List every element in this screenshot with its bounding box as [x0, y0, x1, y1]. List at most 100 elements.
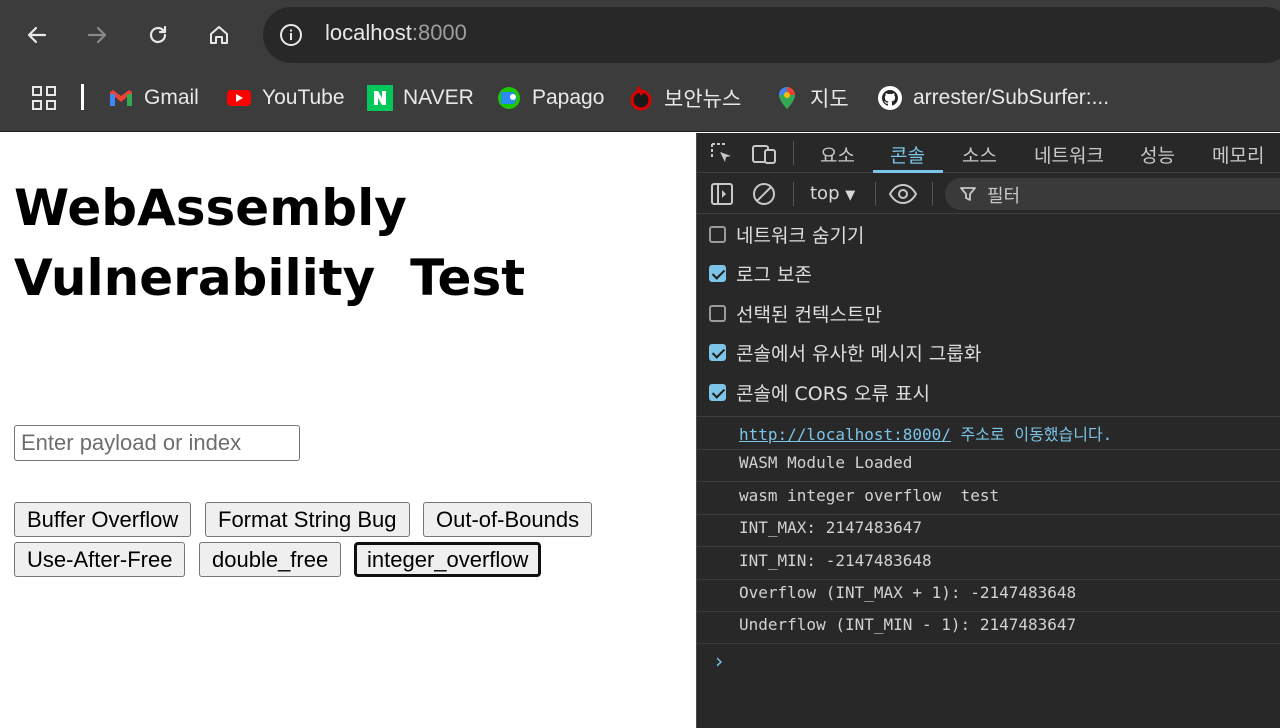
- use-after-free-button[interactable]: Use-After-Free: [14, 542, 186, 577]
- console-log-line: Overflow (INT_MAX + 1): -2147483648: [739, 583, 1077, 602]
- bookmarks-bar: Gmail YouTube NAVER Papago 보안뉴스 지도 arres…: [0, 70, 1280, 132]
- forward-arrow-icon: [87, 26, 107, 44]
- log-divider: [697, 579, 1280, 580]
- checkbox-checked[interactable]: [709, 343, 726, 361]
- setting-label: 로그 보존: [736, 263, 812, 286]
- toolbar-divider: [793, 182, 794, 206]
- setting-label: 네트워크 숨기기: [736, 224, 865, 247]
- tab-performance[interactable]: 성능: [1140, 141, 1175, 168]
- console-log-line: wasm integer overflow test: [739, 486, 1000, 505]
- tab-elements[interactable]: 요소: [820, 141, 855, 168]
- address-bar[interactable]: localhost:8000: [263, 7, 1280, 63]
- bookmarks-separator: [81, 84, 84, 110]
- maps-icon: [774, 85, 800, 111]
- live-expression-eye-icon[interactable]: [888, 181, 918, 207]
- bookmark-papago[interactable]: Papago: [496, 82, 604, 114]
- bookmark-github[interactable]: arrester/SubSurfer:...: [877, 82, 1109, 114]
- navigation-link[interactable]: http://localhost:8000/: [739, 425, 951, 444]
- site-info-icon[interactable]: [279, 23, 303, 47]
- checkbox-checked[interactable]: [709, 264, 726, 282]
- out-of-bounds-button[interactable]: Out-of-Bounds: [423, 502, 593, 537]
- apps-grid-icon[interactable]: [31, 85, 57, 111]
- tab-network[interactable]: 네트워크: [1034, 141, 1104, 168]
- toolbar-divider: [875, 182, 876, 206]
- device-toolbar-icon[interactable]: [751, 141, 777, 167]
- gmail-icon: [108, 85, 134, 111]
- bookmark-gmail[interactable]: Gmail: [108, 82, 199, 114]
- url-text[interactable]: localhost:8000: [325, 20, 467, 46]
- double-free-button[interactable]: double_free: [199, 542, 342, 577]
- log-divider: [697, 481, 1280, 482]
- setting-label: 콘솔에 CORS 오류 표시: [736, 382, 930, 405]
- setting-selected-context-only[interactable]: 선택된 컨텍스트만: [709, 300, 882, 326]
- console-log-line: INT_MAX: 2147483647: [739, 518, 923, 537]
- papago-icon: [496, 85, 522, 111]
- bookmark-youtube[interactable]: YouTube: [226, 82, 345, 114]
- bookmark-label: YouTube: [262, 86, 345, 109]
- devtools-panel: 요소 콘솔 소스 네트워크 성능 메모리 top ▼ 필터 네트워크 숨기기 로…: [696, 133, 1280, 728]
- bookmark-naver[interactable]: NAVER: [367, 82, 474, 114]
- console-prompt-chevron-icon[interactable]: ›: [713, 649, 725, 673]
- url-host: localhost: [325, 20, 412, 45]
- browser-toolbar: localhost:8000: [0, 0, 1280, 70]
- tab-sources[interactable]: 소스: [962, 141, 997, 168]
- home-button[interactable]: [201, 17, 237, 53]
- checkbox-unchecked[interactable]: [709, 225, 726, 243]
- checkbox-unchecked[interactable]: [709, 304, 726, 322]
- setting-group-similar[interactable]: 콘솔에서 유사한 메시지 그룹화: [709, 339, 981, 365]
- chevron-down-icon: ▼: [845, 188, 856, 203]
- back-arrow-icon: [27, 26, 47, 44]
- format-string-bug-button[interactable]: Format String Bug: [205, 502, 410, 537]
- console-log-line: INT_MIN: -2147483648: [739, 551, 932, 570]
- active-tab-indicator: [873, 170, 943, 173]
- devtools-tabbar: 요소 콘솔 소스 네트워크 성능 메모리: [697, 133, 1280, 173]
- setting-preserve-log[interactable]: 로그 보존: [709, 260, 812, 286]
- bookmark-label: 보안뉴스: [664, 88, 742, 111]
- setting-hide-network[interactable]: 네트워크 숨기기: [709, 221, 864, 247]
- tab-memory[interactable]: 메모리: [1212, 141, 1264, 168]
- integer-overflow-button[interactable]: integer_overflow: [354, 542, 542, 577]
- log-divider: [697, 449, 1280, 450]
- payload-input[interactable]: [14, 425, 300, 461]
- page-title-line1: WebAssembly: [14, 179, 407, 237]
- bookmark-label: NAVER: [403, 86, 474, 109]
- forward-button[interactable]: [79, 17, 115, 53]
- naver-icon: [367, 85, 393, 111]
- page-title-line2: Vulnerability Test: [14, 249, 526, 307]
- tab-console[interactable]: 콘솔: [890, 141, 925, 168]
- clear-console-icon[interactable]: [751, 181, 777, 207]
- bookmark-maps[interactable]: 지도: [774, 82, 849, 114]
- bookmark-label: Gmail: [144, 86, 199, 109]
- boannews-icon: [628, 85, 654, 111]
- checkbox-checked[interactable]: [709, 383, 726, 401]
- console-filter-input[interactable]: 필터: [945, 178, 1280, 210]
- navigation-suffix: 주소로 이동했습니다.: [950, 425, 1113, 444]
- bookmark-boannews[interactable]: 보안뉴스: [628, 82, 741, 114]
- log-divider: [697, 546, 1280, 547]
- console-toolbar: top ▼ 필터: [697, 174, 1280, 214]
- url-port: :8000: [411, 20, 467, 45]
- youtube-icon: [226, 85, 252, 111]
- setting-show-cors-errors[interactable]: 콘솔에 CORS 오류 표시: [709, 379, 930, 405]
- page-viewport: WebAssembly Vulnerability Test Buffer Ov…: [0, 133, 696, 728]
- bookmark-label: 지도: [810, 88, 849, 111]
- setting-label: 선택된 컨텍스트만: [736, 303, 882, 326]
- reload-icon: [149, 25, 167, 44]
- home-icon: [210, 26, 228, 44]
- inspect-element-icon[interactable]: [709, 141, 735, 167]
- log-divider: [697, 643, 1280, 644]
- buffer-overflow-button[interactable]: Buffer Overflow: [14, 502, 192, 537]
- page-title: WebAssembly Vulnerability Test: [14, 173, 614, 313]
- toolbar-divider: [932, 182, 933, 206]
- context-label: top: [810, 183, 840, 204]
- toolbar-divider: [793, 141, 794, 165]
- log-divider: [697, 514, 1280, 515]
- reload-button[interactable]: [140, 17, 176, 53]
- log-divider: [697, 611, 1280, 612]
- filter-funnel-icon: [960, 187, 976, 201]
- bookmark-label: Papago: [532, 86, 605, 109]
- github-icon: [877, 85, 903, 111]
- context-selector[interactable]: top ▼: [810, 183, 855, 204]
- sidebar-toggle-icon[interactable]: [709, 181, 735, 207]
- back-button[interactable]: [19, 17, 55, 53]
